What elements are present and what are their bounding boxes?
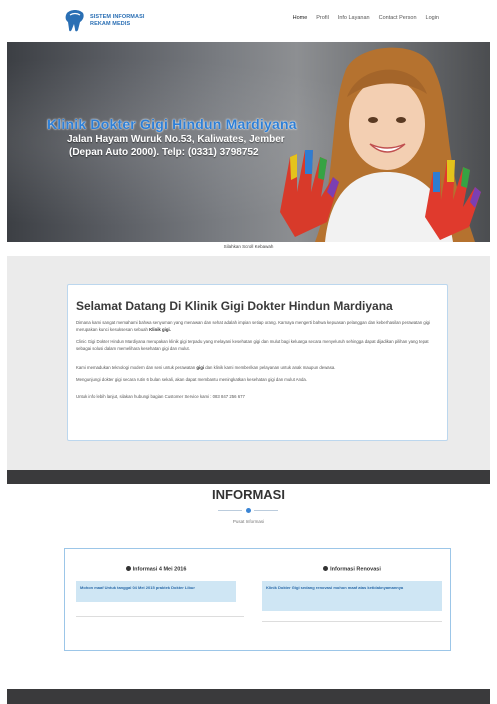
section-divider-band: [7, 470, 490, 484]
footer-band: [7, 689, 490, 704]
info-note-right: Klinik Dokter Gigi sedang renovasi mohon…: [262, 580, 442, 611]
globe-icon: [125, 566, 131, 571]
nav-contact-person[interactable]: Contact Person: [379, 15, 417, 21]
informasi-title: INFORMASI: [212, 487, 285, 502]
info-heading-right: Informasi Renovasi: [262, 566, 442, 573]
welcome-card: Selamat Datang Di Klinik Gigi Dokter Hin…: [67, 284, 448, 441]
welcome-paragraph-1: Dimana kami sangat memahami bahwa senyum…: [76, 320, 431, 332]
tooth-logo-icon: [64, 9, 86, 33]
globe-icon: [323, 566, 329, 571]
info-note-left: Mohon maaf Untuk tanggal 04 Mei 2015 pra…: [76, 580, 236, 602]
site-logo[interactable]: SISTEM INFORMASI REKAM MEDIS: [64, 9, 144, 33]
hero-contact: (Depan Auto 2000). Telp: (0331) 3798752: [69, 147, 259, 158]
welcome-paragraph-3: Kami memadukan teknologi modern dan seni…: [76, 365, 336, 370]
info-heading-left: Informasi 4 Mei 2016: [76, 566, 236, 573]
logo-line-1: SISTEM INFORMASI: [90, 14, 145, 20]
welcome-section: Selamat Datang Di Klinik Gigi Dokter Hin…: [7, 256, 490, 470]
logo-line-2: REKAM MEDIS: [90, 21, 131, 27]
nav-info-layanan[interactable]: Info Layanan: [338, 15, 370, 21]
hero-address: Jalan Hayam Wuruk No.53, Kaliwates, Jemb…: [67, 134, 285, 145]
info-column-right: Informasi Renovasi Klinik Dokter Gigi se…: [262, 566, 442, 622]
welcome-paragraph-4: Mengunjungi dokter gigi secara rutin 6 b…: [76, 377, 307, 382]
nav-profil[interactable]: Profil: [316, 15, 329, 21]
divider-dot-icon: [246, 508, 251, 513]
info-column-left: Informasi 4 Mei 2016 Mohon maaf Untuk ta…: [76, 566, 244, 617]
hero-banner: Klinik Dokter Gigi Hindun Mardiyana Jala…: [7, 42, 490, 242]
scroll-hint: Silahkan Scroll Kebawah: [223, 244, 274, 249]
title-divider: [218, 508, 278, 513]
nav-login[interactable]: Login: [426, 15, 439, 21]
informasi-subtitle: Pusat Informasi: [232, 519, 265, 524]
main-nav: Home Profil Info Layanan Contact Person …: [293, 15, 439, 21]
nav-home[interactable]: Home: [293, 15, 308, 21]
welcome-paragraph-5: Untuk info lebih lanjut, silakan hubungi…: [76, 394, 245, 399]
welcome-paragraph-2: Clinic Gigi Dokter Hindun Mardiyana meru…: [76, 339, 429, 351]
hero-title: Klinik Dokter Gigi Hindun Mardiyana: [47, 116, 297, 132]
hero-girl-image: [280, 47, 481, 242]
top-navbar: SISTEM INFORMASI REKAM MEDIS Home Profil…: [0, 0, 497, 42]
informasi-box: Informasi 4 Mei 2016 Mohon maaf Untuk ta…: [64, 548, 451, 651]
welcome-heading: Selamat Datang Di Klinik Gigi Dokter Hin…: [76, 299, 393, 313]
